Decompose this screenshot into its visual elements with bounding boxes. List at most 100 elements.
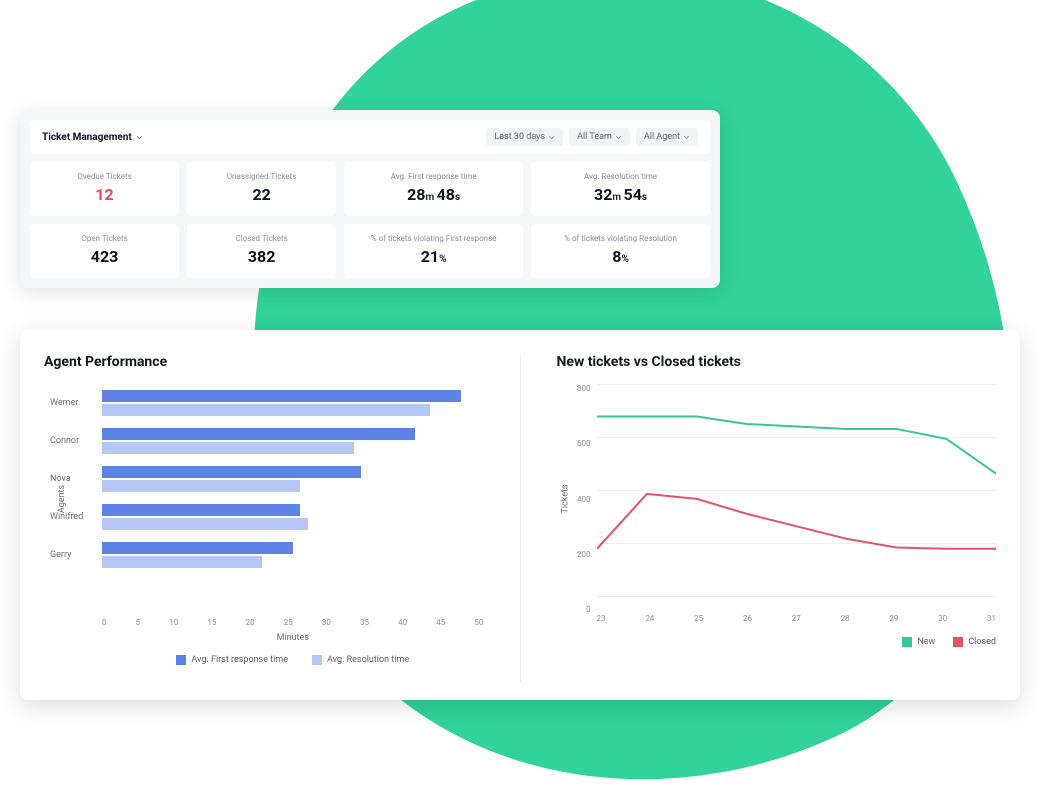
legend-item: New [902, 637, 935, 647]
kpi-card: Avg. First response time 28m 48s [344, 162, 523, 216]
tick: 30 [322, 618, 331, 627]
filter-team[interactable]: All Team [569, 128, 630, 146]
bar-category-label: Gerry [50, 550, 71, 560]
bar-row: Winifred [102, 498, 484, 536]
card-title: Ticket Management [42, 132, 132, 143]
bar-category-label: Winifred [50, 512, 83, 522]
tick: 600 [569, 439, 591, 448]
kpi-label: Unassigned Tickets [195, 172, 328, 181]
bar-segment [102, 542, 293, 554]
panel-title: New tickets vs Closed tickets [557, 354, 997, 370]
kpi-card: Closed Tickets 382 [187, 224, 336, 278]
yaxis-label: Agents [57, 485, 67, 513]
kpi-label: Open Tickets [38, 234, 171, 243]
legend-item: Avg. First response time [176, 655, 288, 665]
panel-title: Agent Performance [44, 354, 484, 370]
tick: 10 [169, 618, 178, 627]
tick: 400 [569, 495, 591, 504]
kpi-value: 382 [195, 247, 328, 266]
bar-segment [102, 556, 262, 568]
line-series [597, 494, 997, 549]
card-header: Ticket Management Last 30 days All Team … [30, 120, 710, 154]
legend-swatch [953, 637, 963, 647]
ticket-management-card: Ticket Management Last 30 days All Team … [20, 110, 720, 288]
line-svg [597, 384, 997, 584]
tick: 29 [889, 614, 898, 623]
tick: 26 [743, 614, 752, 623]
filter-date-range[interactable]: Last 30 days [486, 128, 563, 146]
kpi-label: Avg. First response time [352, 172, 515, 181]
bar-row: Connor [102, 422, 484, 460]
kpi-card: % of tickets violating Resolution 8% [531, 224, 710, 278]
bar-category-label: Werner [50, 398, 78, 408]
bar-chart: Agents WernerConnorNovaWinifredGerry [44, 384, 484, 614]
tick: 50 [474, 618, 483, 627]
tick: 28 [841, 614, 850, 623]
bar-segment [102, 442, 354, 454]
bar-segment [102, 518, 308, 530]
kpi-card: Open Tickets 423 [30, 224, 179, 278]
legend-swatch [176, 655, 186, 665]
kpi-label: % of tickets violating First response [352, 234, 515, 243]
kpi-label: % of tickets violating Resolution [539, 234, 702, 243]
bar-category-label: Connor [50, 436, 79, 446]
kpi-value: 8% [539, 247, 702, 266]
tick: 27 [792, 614, 801, 623]
tick: 0 [102, 618, 107, 627]
tick: 45 [436, 618, 445, 627]
tick: 30 [938, 614, 947, 623]
chevron-down-icon [548, 134, 555, 141]
bar-row: Nova [102, 460, 484, 498]
tick: 24 [645, 614, 654, 623]
chevron-down-icon [615, 134, 622, 141]
chevron-down-icon [683, 134, 690, 141]
tick: 200 [569, 550, 591, 559]
tick: 5 [136, 618, 141, 627]
tick: 25 [284, 618, 293, 627]
agent-performance-panel: Agent Performance Agents WernerConnorNov… [44, 354, 484, 682]
bar-category-label: Nova [50, 474, 71, 484]
legend-item: Avg. Resolution time [312, 655, 409, 665]
line-legend: New Closed [557, 637, 997, 647]
kpi-card: Avg. Resolution time32m 54s [531, 162, 710, 216]
tick: 35 [360, 618, 369, 627]
bar-segment [102, 480, 300, 492]
filter-agent[interactable]: All Agent [636, 128, 698, 146]
xaxis-label: Minutes [44, 633, 484, 643]
yaxis-ticks: 8006004002000 [569, 384, 591, 614]
tick: 0 [569, 605, 591, 614]
kpi-value: 423 [38, 247, 171, 266]
kpi-card: Ovedue Tickets 12 [30, 162, 179, 216]
line-series [597, 416, 997, 473]
bar-segment [102, 404, 430, 416]
kpi-value: 32m 54s [539, 185, 702, 204]
kpi-label: Closed Tickets [195, 234, 328, 243]
panel-divider [520, 354, 521, 682]
kpi-grid: Ovedue Tickets 12 Unassigned Tickets 22 Avg.… [30, 162, 710, 278]
kpi-card: % of tickets violating First response21% [344, 224, 523, 278]
tick: 40 [398, 618, 407, 627]
tickets-line-panel: New tickets vs Closed tickets Tickets 80… [557, 354, 997, 682]
bar-segment [102, 504, 300, 516]
xaxis-ticks: 23 24 25 26 27 28 29 30 31 [557, 614, 997, 623]
kpi-label: Ovedue Tickets [38, 172, 171, 181]
legend-swatch [902, 637, 912, 647]
bar-segment [102, 466, 361, 478]
card-title-dropdown[interactable]: Ticket Management [42, 132, 143, 143]
bar-segment [102, 390, 461, 402]
bar-legend: Avg. First response time Avg. Resolution… [44, 655, 484, 665]
tick: 20 [246, 618, 255, 627]
bar-row: Gerry [102, 536, 484, 574]
tick: 31 [987, 614, 996, 623]
kpi-value: 28m 48s [352, 185, 515, 204]
kpi-card: Unassigned Tickets 22 [187, 162, 336, 216]
xaxis-ticks: 0 5 10 15 20 25 30 35 40 45 50 [44, 618, 484, 627]
kpi-value: 22 [195, 185, 328, 204]
tick: 25 [694, 614, 703, 623]
tick: 15 [207, 618, 216, 627]
performance-card: Agent Performance Agents WernerConnorNov… [20, 330, 1020, 700]
kpi-value: 12 [38, 185, 171, 204]
tick: 23 [597, 614, 606, 623]
bar-row: Werner [102, 384, 484, 422]
legend-item: Closed [953, 637, 996, 647]
